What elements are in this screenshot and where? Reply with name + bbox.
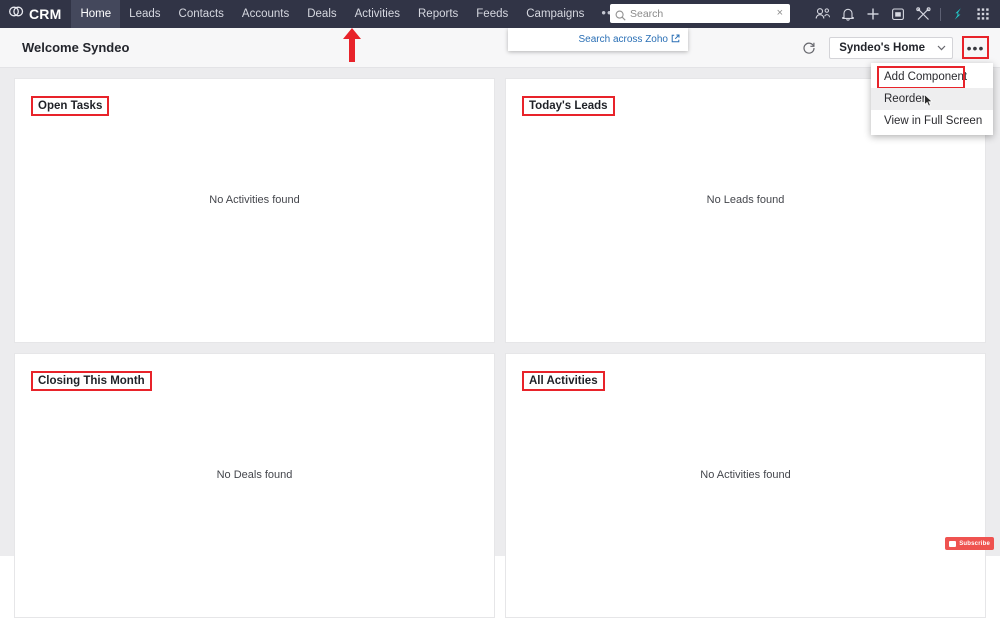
mouse-cursor-icon	[924, 94, 933, 107]
highlight-box-more-options	[962, 36, 989, 59]
nav-divider	[940, 8, 941, 21]
home-view-selector[interactable]: Syndeo's Home	[829, 37, 953, 59]
calendar-icon[interactable]	[887, 3, 909, 25]
nav-item-label: Leads	[129, 8, 160, 20]
menu-item-reorder[interactable]: Reorder	[871, 88, 993, 110]
dashboard-card-open-tasks[interactable]: Open Tasks No Activities found	[14, 78, 495, 343]
search-icon	[615, 8, 626, 19]
page-subheader: Welcome Syndeo Syndeo's Home •••	[0, 28, 1000, 68]
menu-item-view-full-screen[interactable]: View in Full Screen	[871, 110, 993, 132]
search-across-zoho-link[interactable]: Search across Zoho	[579, 34, 681, 46]
nav-item-label: Feeds	[476, 8, 508, 20]
nav-item-reports[interactable]: Reports	[409, 0, 467, 28]
subheader-controls: Syndeo's Home •••	[799, 28, 988, 68]
nav-item-label: Accounts	[242, 8, 289, 20]
nav-item-label: Campaigns	[526, 8, 584, 20]
add-plus-icon[interactable]	[862, 3, 884, 25]
brand-logo[interactable]: CRM	[0, 0, 71, 28]
subscribe-play-icon	[949, 541, 956, 547]
search-suggestion-panel: Search across Zoho	[508, 28, 688, 51]
nav-item-accounts[interactable]: Accounts	[233, 0, 298, 28]
search-input[interactable]	[630, 8, 775, 20]
page-title: Welcome Syndeo	[22, 40, 129, 55]
subscribe-label: Subscribe	[959, 541, 990, 547]
external-link-icon	[671, 34, 680, 46]
top-navigation-bar: CRM Home Leads Contacts Accounts Deals A…	[0, 0, 1000, 28]
brand-name: CRM	[29, 6, 61, 22]
zoho-crm-logo-icon	[8, 4, 25, 24]
menu-item-add-component[interactable]: Add Component	[871, 66, 993, 88]
setup-tools-icon[interactable]	[912, 3, 934, 25]
contacts-people-icon[interactable]	[812, 3, 834, 25]
dashboard-card-all-activities[interactable]: All Activities No Activities found	[505, 353, 986, 618]
nav-item-label: Contacts	[179, 8, 224, 20]
card-title: Today's Leads	[522, 96, 615, 116]
nav-item-activities[interactable]: Activities	[346, 0, 409, 28]
card-empty-message: No Leads found	[506, 194, 985, 206]
dashboard-card-closing-this-month[interactable]: Closing This Month No Deals found	[14, 353, 495, 618]
nav-items: Home Leads Contacts Accounts Deals Activ…	[71, 0, 626, 28]
nav-item-home[interactable]: Home	[71, 0, 120, 28]
card-title: Open Tasks	[31, 96, 109, 116]
nav-item-label: Activities	[355, 8, 400, 20]
dashboard-options-menu: Add Component Reorder View in Full Scree…	[871, 63, 993, 135]
nav-item-label: Home	[80, 8, 111, 20]
card-empty-message: No Activities found	[506, 469, 985, 481]
search-clear-icon[interactable]: ×	[775, 8, 785, 19]
menu-item-label: Reorder	[884, 93, 926, 105]
nav-item-label: Deals	[307, 8, 336, 20]
search-across-zoho-label: Search across Zoho	[579, 34, 669, 45]
nav-item-campaigns[interactable]: Campaigns	[517, 0, 593, 28]
nav-item-contacts[interactable]: Contacts	[170, 0, 233, 28]
nav-item-label: Reports	[418, 8, 458, 20]
subscribe-badge[interactable]: Subscribe	[945, 537, 994, 550]
chevron-down-icon	[937, 44, 946, 53]
nav-icon-group	[812, 0, 994, 28]
menu-item-label: View in Full Screen	[884, 115, 982, 127]
card-title: All Activities	[522, 371, 605, 391]
home-view-label: Syndeo's Home	[839, 42, 925, 54]
zoho-one-icon[interactable]	[947, 3, 969, 25]
nav-item-deals[interactable]: Deals	[298, 0, 345, 28]
refresh-icon[interactable]	[799, 38, 819, 58]
apps-grid-icon[interactable]	[972, 3, 994, 25]
card-title: Closing This Month	[31, 371, 152, 391]
search-box[interactable]: ×	[610, 4, 790, 23]
card-empty-message: No Deals found	[15, 469, 494, 481]
dashboard-grid: Open Tasks No Activities found Today's L…	[0, 68, 1000, 556]
dashboard-more-options-button[interactable]: •••	[963, 38, 988, 58]
nav-item-feeds[interactable]: Feeds	[467, 0, 517, 28]
nav-item-leads[interactable]: Leads	[120, 0, 169, 28]
card-empty-message: No Activities found	[15, 194, 494, 206]
notification-bell-icon[interactable]	[837, 3, 859, 25]
menu-item-label: Add Component	[884, 71, 967, 83]
